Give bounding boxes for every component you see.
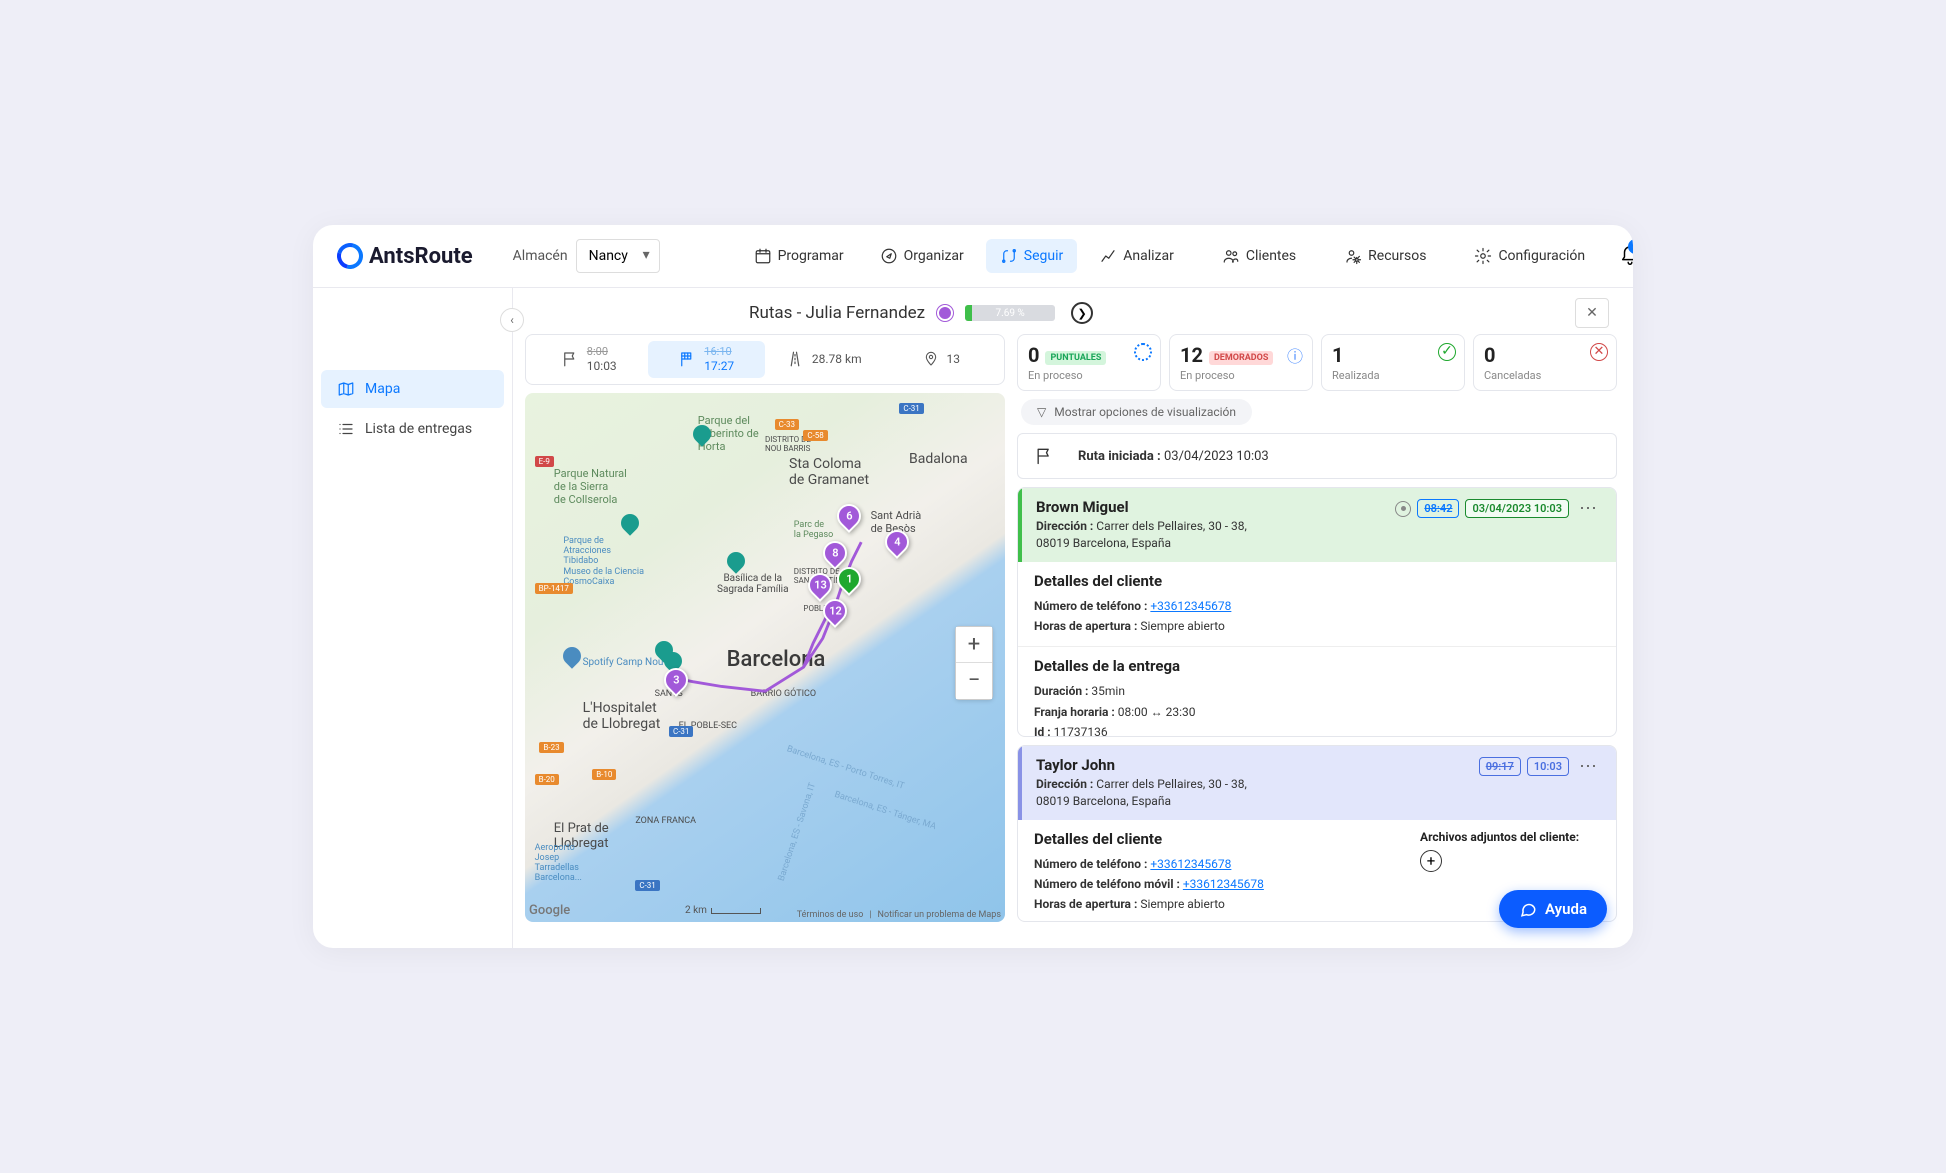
app-window: AntsRoute Almacén Nancy Programar Organi… [313,225,1633,948]
nav-organize[interactable]: Organizar [866,239,978,273]
map-scale: 2 km [685,905,761,916]
display-options-button[interactable]: ▽ Mostrar opciones de visualización [1021,399,1252,425]
map-city-label: Barcelona [727,647,826,672]
sidebar-item-deliveries[interactable]: Lista de entregas [321,410,504,448]
pin-icon [923,351,939,367]
check-icon: ✓ [1438,343,1456,361]
route-icon [1000,247,1018,265]
delivery-times-1: 08:42 03/04/2023 10:03 ⋯ [1395,498,1602,519]
map-column: 8:00 10:03 16:10 17:27 [525,334,1005,922]
info-icon: ⓘ [1286,343,1304,361]
app-body: ‹ Mapa Lista de entregas Rutas - Julia F… [313,288,1633,948]
delivery-client-details-1: Detalles del cliente Número de teléfono … [1018,562,1616,647]
chart-icon [1099,247,1117,265]
details-column: 0PUNTUALES En proceso 12DEMORADOS En pro… [1017,334,1621,922]
route-header: Rutas - Julia Fernandez 7.69 % ❯ ✕ [513,288,1633,334]
stat-delayed[interactable]: 12DEMORADOS En proceso ⓘ [1169,334,1313,391]
sidebar-collapse-button[interactable]: ‹ [500,308,524,332]
route-color-dot [937,305,953,321]
timing-distance: 28.78 km [765,341,883,378]
filter-icon: ▽ [1037,405,1046,419]
map-attribution: Términos de uso | Notificar un problema … [797,910,1001,920]
map-marker-6[interactable]: 6 [832,499,866,533]
stat-done[interactable]: 1 Realizada ✓ [1321,334,1465,391]
help-button[interactable]: Ayuda [1499,890,1607,928]
actual-time-chip: 03/04/2023 10:03 [1465,499,1569,518]
delivery-times-2: 09:17 10:03 ⋯ [1479,756,1602,777]
delivery-header-1[interactable]: Brown Miguel Dirección : Carrer dels Pel… [1018,488,1616,562]
header-right: Clientes Recursos Configuración 32 MH [1208,239,1633,273]
cross-icon: ✕ [1590,343,1608,361]
spinner-icon [1134,343,1152,361]
flag-icon [1034,446,1054,466]
stat-punctual[interactable]: 0PUNTUALES En proceso [1017,334,1161,391]
planned-time-chip: 09:17 [1479,757,1521,776]
more-button[interactable]: ⋯ [1575,756,1602,777]
route-started-banner: Ruta iniciada : 03/04/2023 10:03 [1017,433,1617,479]
logo-icon [332,238,368,274]
delivery-card-1: Brown Miguel Dirección : Carrer dels Pel… [1017,487,1617,737]
main-nav: Programar Organizar Seguir Analizar [740,239,1188,273]
planned-time-chip: 08:42 [1417,499,1459,518]
nav-clients[interactable]: Clientes [1208,239,1310,273]
sidebar: ‹ Mapa Lista de entregas [313,288,513,948]
nav-follow[interactable]: Seguir [986,239,1077,273]
flag-end-icon [678,350,696,368]
phone-link[interactable]: +33612345678 [1150,857,1231,871]
gear-icon [1474,247,1492,265]
users-icon [1222,247,1240,265]
actual-time-chip: 10:03 [1527,757,1569,776]
route-close-button[interactable]: ✕ [1575,298,1609,328]
flag-start-icon [561,350,579,368]
calendar-icon [754,247,772,265]
route-title: Rutas - Julia Fernandez [749,303,925,323]
warehouse-selector: Almacén Nancy [513,239,660,273]
stats-row: 0PUNTUALES En proceso 12DEMORADOS En pro… [1017,334,1617,391]
route-timings: 8:00 10:03 16:10 17:27 [525,334,1005,385]
mobile-link[interactable]: +33612345678 [1183,877,1264,891]
map-icon [337,380,355,398]
user-gear-icon [1344,247,1362,265]
timing-stops: 13 [883,341,1001,378]
chat-icon [1519,900,1537,918]
timing-start: 8:00 10:03 [530,341,648,378]
nav-analyze[interactable]: Analizar [1085,239,1188,273]
main-content: Rutas - Julia Fernandez 7.69 % ❯ ✕ [513,288,1633,948]
warehouse-label: Almacén [513,248,568,264]
content-area: 8:00 10:03 16:10 17:27 [513,334,1633,934]
delivery-header-2[interactable]: Taylor John Dirección : Carrer dels Pell… [1018,746,1616,820]
warehouse-select[interactable]: Nancy [576,239,660,273]
notifications-button[interactable]: 32 [1619,245,1633,267]
nav-config[interactable]: Configuración [1460,239,1599,273]
top-header: AntsRoute Almacén Nancy Programar Organi… [313,225,1633,288]
add-attachment-button[interactable]: + [1420,850,1442,872]
delivery-details-1: Detalles de la entrega Duración : 35min … [1018,646,1616,737]
compass-icon [880,247,898,265]
more-button[interactable]: ⋯ [1575,498,1602,519]
map-zoom-controls: + − [955,626,993,700]
zoom-in-button[interactable]: + [956,627,992,663]
map-marker-8[interactable]: 8 [818,536,852,570]
status-dot-icon [1395,501,1411,517]
road-icon [786,350,804,368]
nav-schedule[interactable]: Programar [740,239,858,273]
google-logo: Google [529,903,570,918]
stat-cancelled[interactable]: 0 Canceladas ✕ [1473,334,1617,391]
route-next-button[interactable]: ❯ [1071,302,1093,324]
route-progress: 7.69 % [965,305,1055,321]
phone-link[interactable]: +33612345678 [1150,599,1231,613]
zoom-out-button[interactable]: − [956,663,992,699]
sidebar-item-map[interactable]: Mapa [321,370,504,408]
map-view[interactable]: Barcelona BARRIO GÓTICO Sta Coloma de Gr… [525,393,1005,922]
nav-resources[interactable]: Recursos [1330,239,1440,273]
logo-text: AntsRoute [369,244,473,269]
timing-end[interactable]: 16:10 17:27 [648,341,766,378]
logo[interactable]: AntsRoute [337,243,473,269]
list-icon [337,420,355,438]
